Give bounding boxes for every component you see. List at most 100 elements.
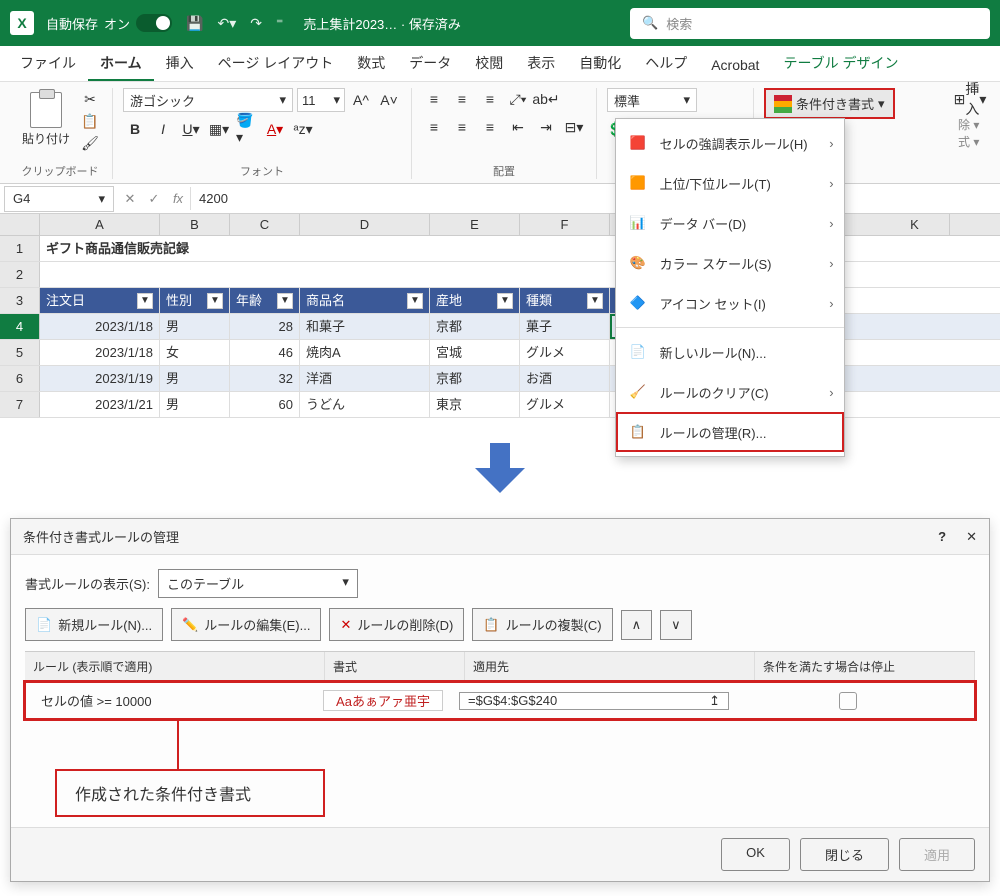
- cf-manage-rules[interactable]: 📋ルールの管理(R)...: [616, 412, 844, 452]
- wrap-text-icon[interactable]: ab↵: [534, 88, 558, 110]
- tab-automate[interactable]: 自動化: [567, 47, 633, 81]
- indent-inc-icon[interactable]: ⇥: [534, 116, 558, 138]
- font-color-button[interactable]: A▾: [263, 118, 287, 140]
- help-icon[interactable]: ?: [938, 529, 946, 544]
- tab-home[interactable]: ホーム: [88, 47, 154, 81]
- shrink-font-icon[interactable]: A˅: [377, 89, 401, 111]
- conditional-format-button[interactable]: 条件付き書式▾: [764, 88, 895, 119]
- insert-cells-button[interactable]: ⊞ 挿入▾: [958, 88, 982, 110]
- name-box[interactable]: G4▾: [4, 186, 114, 212]
- paste-button[interactable]: 貼り付け: [18, 88, 74, 154]
- grow-font-icon[interactable]: A^: [349, 89, 373, 111]
- col-header[interactable]: C: [230, 214, 300, 235]
- font-name-combo[interactable]: 游ゴシック▾: [123, 88, 293, 112]
- col-header[interactable]: F: [520, 214, 610, 235]
- close-icon[interactable]: ✕: [966, 529, 977, 545]
- tab-insert[interactable]: 挿入: [154, 47, 206, 81]
- tab-help[interactable]: ヘルプ: [633, 47, 699, 81]
- stop-if-true-checkbox[interactable]: [839, 692, 857, 710]
- number-format-combo[interactable]: 標準▾: [607, 88, 697, 112]
- filter-icon[interactable]: ▼: [207, 293, 223, 309]
- table-row: 5 2023/1/18 女 46 焼肉A 宮城 グルメ 10000: [0, 340, 1000, 366]
- redo-icon[interactable]: ↷: [250, 15, 262, 32]
- apply-button[interactable]: 適用: [899, 838, 975, 871]
- cf-iconsets[interactable]: 🔷アイコン セット(I)›: [616, 283, 844, 323]
- undo-icon[interactable]: ↶▾: [217, 15, 236, 32]
- title-cell[interactable]: ギフト商品通信販売記録: [40, 236, 440, 261]
- align-right-icon[interactable]: ≡: [478, 116, 502, 138]
- orientation-icon[interactable]: ⤢▾: [506, 88, 530, 110]
- fx-icon[interactable]: fx: [166, 191, 190, 206]
- align-top-icon[interactable]: ≡: [422, 88, 446, 110]
- new-rule-icon: 📄: [626, 340, 650, 364]
- merge-icon[interactable]: ⊟▾: [562, 116, 586, 138]
- filter-icon[interactable]: ▼: [407, 293, 423, 309]
- tab-formulas[interactable]: 数式: [345, 47, 397, 81]
- col-header[interactable]: E: [430, 214, 520, 235]
- rule-row[interactable]: セルの値 >= 10000 Aaあぁアァ亜宇 =$G$4:$G$240↥: [25, 682, 975, 719]
- qat-more-icon[interactable]: ⁼: [276, 15, 283, 32]
- row-header[interactable]: 1: [0, 236, 40, 261]
- italic-button[interactable]: I: [151, 118, 175, 140]
- align-left-icon[interactable]: ≡: [422, 116, 446, 138]
- confirm-icon[interactable]: ✓: [142, 191, 166, 207]
- tab-view[interactable]: 表示: [515, 47, 567, 81]
- bold-button[interactable]: B: [123, 118, 147, 140]
- cf-highlight-rules[interactable]: 🟥セルの強調表示ルール(H)›: [616, 123, 844, 163]
- move-up-button[interactable]: ∧: [621, 610, 653, 640]
- save-icon[interactable]: 💾: [186, 15, 203, 32]
- delete-rule-button[interactable]: ✕ルールの削除(D): [329, 608, 464, 641]
- new-rule-button[interactable]: 📄新規ルール(N)...: [25, 608, 163, 641]
- cf-new-rule[interactable]: 📄新しいルール(N)...: [616, 332, 844, 372]
- cf-colorscales[interactable]: 🎨カラー スケール(S)›: [616, 243, 844, 283]
- tab-tabledesign[interactable]: テーブル デザイン: [771, 47, 910, 81]
- underline-button[interactable]: U▾: [179, 118, 203, 140]
- phonetic-button[interactable]: ᵃz▾: [291, 118, 315, 140]
- tab-acrobat[interactable]: Acrobat: [699, 51, 771, 81]
- copy-icon[interactable]: 📋: [78, 110, 102, 132]
- cf-top-rules[interactable]: 🟧上位/下位ルール(T)›: [616, 163, 844, 203]
- tab-pagelayout[interactable]: ページ レイアウト: [206, 47, 346, 81]
- filter-icon[interactable]: ▼: [137, 293, 153, 309]
- filter-icon[interactable]: ▼: [497, 293, 513, 309]
- col-header[interactable]: B: [160, 214, 230, 235]
- align-mid-icon[interactable]: ≡: [450, 88, 474, 110]
- cf-databars[interactable]: 📊データ バー(D)›: [616, 203, 844, 243]
- filter-icon[interactable]: ▼: [587, 293, 603, 309]
- tab-review[interactable]: 校閲: [463, 47, 515, 81]
- move-down-button[interactable]: ∨: [660, 610, 692, 640]
- col-header[interactable]: A: [40, 214, 160, 235]
- format-painter-icon[interactable]: 🖌: [78, 132, 102, 154]
- duplicate-rule-button[interactable]: 📋ルールの複製(C): [472, 608, 612, 641]
- fill-color-button[interactable]: 🪣▾: [235, 118, 259, 140]
- col-header[interactable]: K: [880, 214, 950, 235]
- align-center-icon[interactable]: ≡: [450, 116, 474, 138]
- filter-icon[interactable]: ▼: [277, 293, 293, 309]
- scope-combo[interactable]: このテーブル▾: [158, 569, 358, 598]
- select-all-corner[interactable]: [0, 214, 40, 235]
- cancel-icon[interactable]: ✕: [118, 191, 142, 207]
- ok-button[interactable]: OK: [721, 838, 790, 871]
- tab-file[interactable]: ファイル: [8, 47, 88, 81]
- align-bot-icon[interactable]: ≡: [478, 88, 502, 110]
- tab-data[interactable]: データ: [397, 47, 463, 81]
- table-row: 7 2023/1/21 男 60 うどん 東京 グルメ 2800 3 8400: [0, 392, 1000, 418]
- row-header[interactable]: 3: [0, 288, 40, 313]
- rule-range-input[interactable]: =$G$4:$G$240↥: [459, 692, 729, 710]
- cut-icon[interactable]: ✂: [78, 88, 102, 110]
- search-input[interactable]: 🔍 検索: [630, 8, 990, 39]
- font-size-combo[interactable]: 11▾: [297, 88, 345, 112]
- worksheet: A B C D E F G H K 1 ギフト商品通信販売記録 2 3 注文日▼…: [0, 214, 1000, 418]
- cf-clear-rules[interactable]: 🧹ルールのクリア(C)›: [616, 372, 844, 412]
- close-button[interactable]: 閉じる: [800, 838, 889, 871]
- row-header[interactable]: 2: [0, 262, 40, 287]
- autosave-toggle[interactable]: 自動保存 オン: [46, 14, 172, 33]
- indent-dec-icon[interactable]: ⇤: [506, 116, 530, 138]
- borders-button[interactable]: ▦▾: [207, 118, 231, 140]
- manage-rules-icon: 📋: [626, 420, 650, 444]
- range-picker-icon[interactable]: ↥: [709, 693, 720, 709]
- formula-input[interactable]: 4200: [190, 187, 1000, 210]
- toggle-switch[interactable]: [136, 14, 172, 32]
- edit-rule-button[interactable]: ✏️ルールの編集(E)...: [171, 608, 321, 641]
- col-header[interactable]: D: [300, 214, 430, 235]
